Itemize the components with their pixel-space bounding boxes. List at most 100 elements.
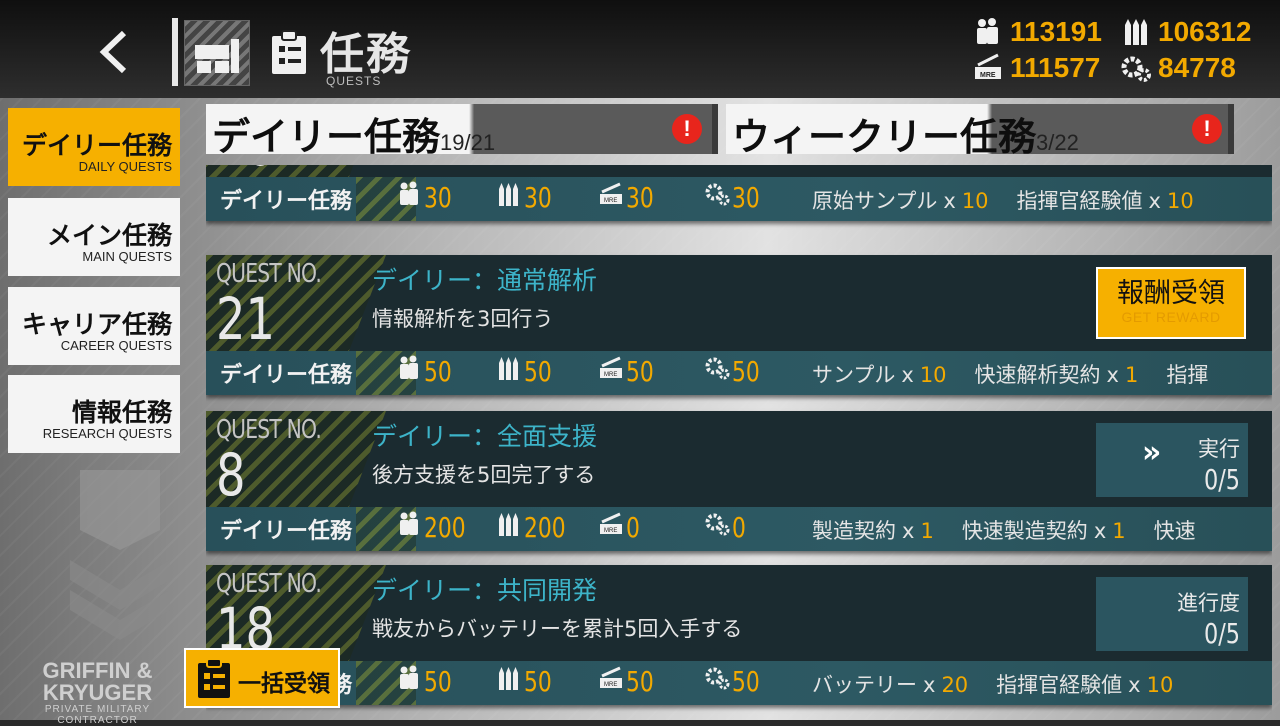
manpower-icon bbox=[396, 665, 422, 698]
alert-icon: ! bbox=[672, 114, 702, 144]
get-reward-button[interactable]: 報酬受領 GET REWARD bbox=[1096, 267, 1246, 339]
logo-line2: PRIVATE MILITARY CONTRACTOR bbox=[44, 704, 151, 726]
reward-parts: 0 bbox=[704, 511, 750, 544]
sidebar-item-main-quests[interactable]: メイン任務 MAIN QUESTS bbox=[8, 198, 180, 276]
parts-icon bbox=[704, 355, 730, 388]
reward-manpower-value: 30 bbox=[424, 181, 452, 214]
quest-card[interactable]: QUEST NO. 21 デイリー：通常解析 情報解析を3回行う 報酬受領 GE… bbox=[206, 255, 1272, 395]
reward-items: サンプル x 10 快速解析契約 x 1 指揮 bbox=[812, 359, 1254, 389]
category-count: 3/22 bbox=[1036, 130, 1079, 155]
resource-manpower: 113191 bbox=[972, 16, 1102, 48]
reward-manpower: 30 bbox=[396, 181, 460, 214]
resource-rations: MRE 111577 bbox=[972, 52, 1100, 84]
tab-weekly-quests[interactable]: ウィークリー任務3/22 ! bbox=[726, 104, 1234, 159]
quest-card[interactable]: QUEST NO. 20 情報解析を1回行う 報酬受領 GET REWARD デ… bbox=[206, 165, 1272, 221]
svg-text:MRE: MRE bbox=[604, 198, 617, 204]
svg-text:MRE: MRE bbox=[604, 372, 617, 378]
reward-manpower-value: 50 bbox=[424, 665, 452, 698]
reward-parts-value: 50 bbox=[732, 355, 760, 388]
reward-item-text: 指揮官経験値 bbox=[1016, 189, 1143, 213]
manpower-icon bbox=[396, 355, 422, 388]
reward-item-text: x bbox=[1128, 673, 1141, 697]
reward-item-text: 10 bbox=[919, 363, 947, 387]
reward-item-text: 快速解析契約 bbox=[974, 363, 1101, 387]
svg-text:MRE: MRE bbox=[980, 72, 996, 79]
sidebar-item-career-quests[interactable]: キャリア任務 CAREER QUESTS bbox=[8, 287, 180, 365]
clipboard-icon bbox=[198, 658, 230, 698]
manpower-icon bbox=[396, 181, 422, 214]
reward-item-text: バッテリー bbox=[812, 673, 917, 697]
reward-item-text: 1 bbox=[920, 519, 934, 543]
logistics-icon bbox=[195, 39, 239, 73]
reward-parts-value: 0 bbox=[732, 511, 746, 544]
quest-description: 戦友からバッテリーを累計5回入手する bbox=[372, 617, 743, 641]
bulk-claim-button[interactable]: 一括受領 bbox=[184, 648, 340, 708]
logo-line1: GRIFFIN & KRYUGER bbox=[42, 658, 153, 705]
reward-parts-value: 30 bbox=[732, 181, 760, 214]
parts-icon bbox=[704, 181, 730, 214]
sidebar-item-sublabel: MAIN QUESTS bbox=[82, 249, 172, 264]
category-label: ウィークリー任務3/22 bbox=[732, 106, 1079, 161]
quest-list[interactable]: QUEST NO. 20 情報解析を1回行う 報酬受領 GET REWARD デ… bbox=[206, 165, 1272, 720]
reward-item-text: 10 bbox=[961, 189, 989, 213]
alert-icon: ! bbox=[1192, 114, 1222, 144]
category-title: デイリー任務 bbox=[212, 114, 441, 159]
resource-ammo: 106312 bbox=[1120, 16, 1251, 48]
reward-ammo: 50 bbox=[496, 355, 560, 388]
reward-row: デイリー任務 50 50 MRE 50 50 バッテリーx20指揮官経験値x10 bbox=[206, 661, 1272, 705]
reward-item-text: 指揮官経験値 bbox=[996, 673, 1123, 697]
reward-type: デイリー任務 bbox=[220, 188, 353, 214]
ammo-icon bbox=[496, 511, 522, 544]
reward-item-text: x bbox=[1093, 519, 1107, 543]
reward-ammo: 50 bbox=[496, 665, 560, 698]
company-logo: GRIFFIN & KRYUGER PRIVATE MILITARY CONTR… bbox=[10, 660, 185, 726]
svg-text:MRE: MRE bbox=[604, 528, 617, 534]
reward-item-text: 10 bbox=[1146, 673, 1174, 697]
reward-items: バッテリー x 20 指揮官経験値 x 10 bbox=[812, 669, 1254, 699]
back-button[interactable] bbox=[88, 24, 138, 80]
bulk-claim-label: 一括受領 bbox=[238, 670, 330, 697]
go-button[interactable]: » 実行 0/5 bbox=[1096, 423, 1248, 497]
reward-rations: MRE 50 bbox=[598, 355, 662, 388]
reward-parts-value: 50 bbox=[732, 665, 760, 698]
rations-value: 111577 bbox=[1010, 52, 1101, 83]
svg-text:MRE: MRE bbox=[604, 682, 617, 688]
reward-manpower-value: 200 bbox=[424, 511, 466, 544]
reward-parts: 50 bbox=[704, 665, 768, 698]
quest-card[interactable]: QUEST NO. 18 デイリー：共同開発 戦友からバッテリーを累計5回入手す… bbox=[206, 565, 1272, 705]
parts-icon bbox=[1121, 56, 1151, 82]
sidebar-item-daily-quests[interactable]: デイリー任務 DAILY QUESTS bbox=[8, 108, 180, 186]
reward-item-text: x bbox=[1106, 363, 1119, 387]
sidebar-item-label: キャリア任務 bbox=[21, 310, 172, 339]
sidebar-item-sublabel: CAREER QUESTS bbox=[60, 338, 172, 353]
manpower-icon bbox=[977, 18, 998, 44]
reward-rations-value: 30 bbox=[626, 181, 654, 214]
reward-item-text: 快速製造契約 bbox=[961, 519, 1088, 543]
rations-icon: MRE bbox=[598, 665, 624, 698]
header-divider bbox=[172, 18, 178, 86]
ammo-icon bbox=[496, 181, 522, 214]
page-title: 任務 bbox=[320, 29, 412, 80]
quest-card[interactable]: QUEST NO. 8 デイリー：全面支援 後方支援を5回完了する » 実行 0… bbox=[206, 411, 1272, 551]
category-title: ウィークリー任務 bbox=[732, 114, 1037, 159]
griffin-emblem-icon bbox=[70, 470, 170, 640]
get-reward-label: 報酬受領 bbox=[1117, 278, 1225, 309]
ammo-icon bbox=[496, 355, 522, 388]
category-label: デイリー任務19/21 bbox=[212, 106, 495, 161]
reward-parts: 50 bbox=[704, 355, 768, 388]
sidebar-item-research-quests[interactable]: 情報任務 RESEARCH QUESTS bbox=[8, 375, 180, 453]
reward-ammo-value: 200 bbox=[524, 511, 566, 544]
parts-icon bbox=[704, 511, 730, 544]
tab-daily-quests[interactable]: デイリー任務19/21 ! bbox=[206, 104, 718, 159]
parts-icon bbox=[704, 665, 730, 698]
reward-row: デイリー任務 200 200 MRE 0 0 製造契約 x 1 快速製造契約 x 1 快速 bbox=[206, 507, 1272, 551]
reward-ammo: 30 bbox=[496, 181, 560, 214]
reward-parts: 30 bbox=[704, 181, 768, 214]
base-menu-button[interactable] bbox=[184, 20, 250, 86]
reward-manpower-value: 50 bbox=[424, 355, 452, 388]
progress-indicator: 進行度 0/5 bbox=[1096, 577, 1248, 651]
ammo-icon bbox=[1125, 19, 1147, 45]
sidebar-item-sublabel: DAILY QUESTS bbox=[78, 159, 172, 174]
reward-type: デイリー任務 bbox=[220, 362, 353, 388]
reward-rations: MRE 30 bbox=[598, 181, 662, 214]
